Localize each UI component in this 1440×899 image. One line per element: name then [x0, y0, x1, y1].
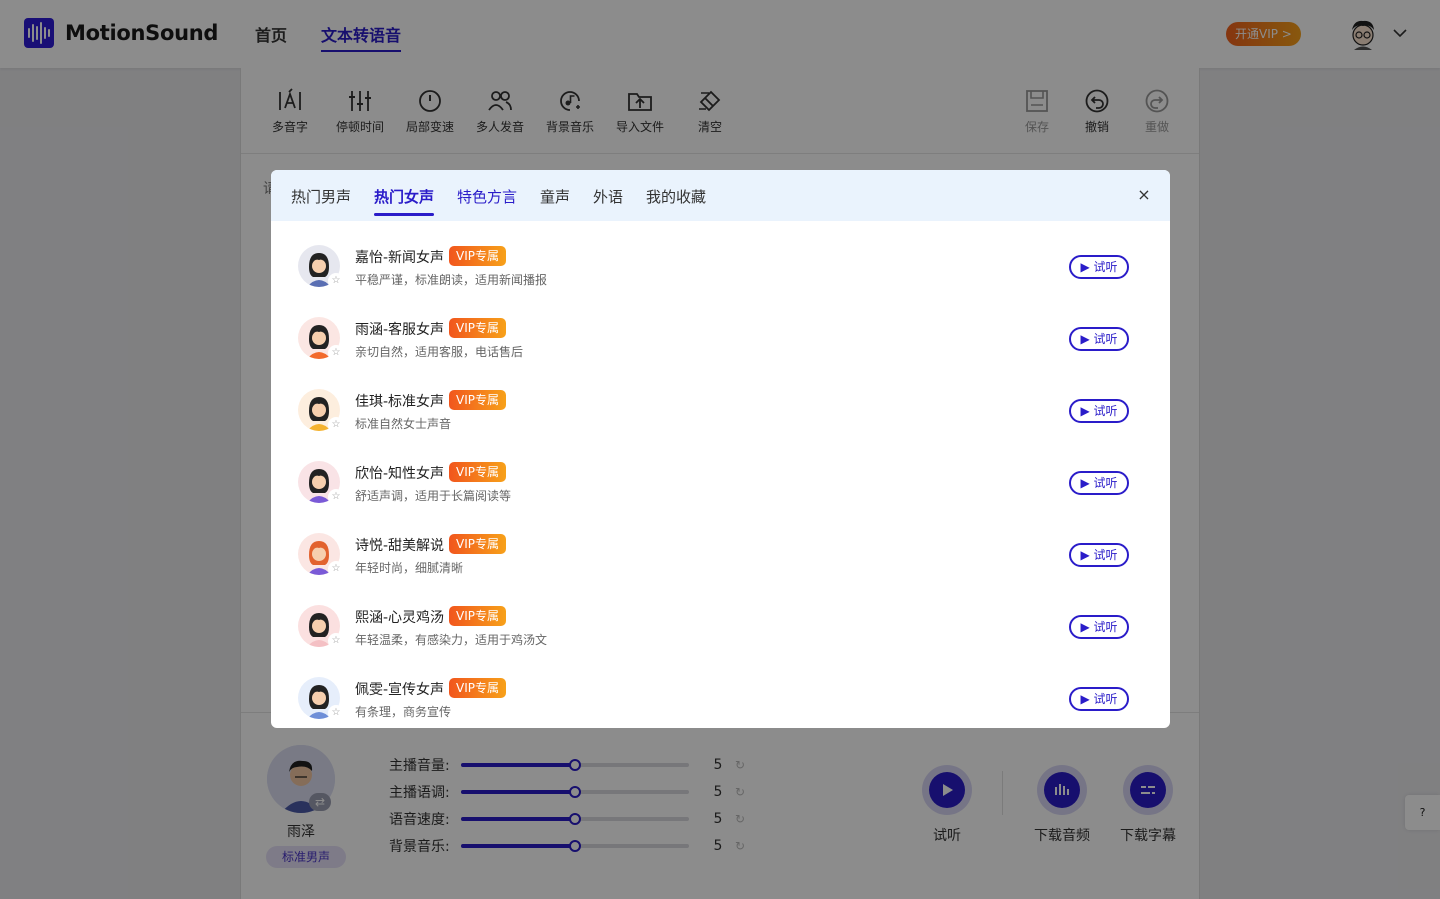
vip-badge: VIP专属 [449, 678, 506, 698]
try-listen-button[interactable]: ▶ 试听 [1069, 471, 1129, 495]
favorite-star-icon[interactable]: ☆ [328, 345, 344, 361]
voice-name: 嘉怡-新闻女声 [355, 250, 445, 266]
voice-name: 诗悦-甜美解说 [355, 538, 445, 554]
voice-list-item[interactable]: ☆ 嘉怡-新闻女声 VIP专属 ▶ 试听平稳严谨，标准朗读，适用新闻播报 [271, 221, 1170, 293]
voice-description: 年轻时尚，细腻清晰 [355, 561, 464, 575]
tab-child[interactable]: 童声 [540, 186, 570, 207]
try-listen-button[interactable]: ▶ 试听 [1069, 255, 1129, 279]
vip-badge: VIP专属 [449, 246, 506, 266]
try-label: 试听 [1093, 332, 1118, 346]
vip-badge: VIP专属 [449, 390, 506, 410]
try-listen-button[interactable]: ▶ 试听 [1069, 327, 1129, 351]
close-icon[interactable]: × [1135, 186, 1153, 204]
try-label: 试听 [1093, 404, 1118, 418]
vip-badge: VIP专属 [449, 606, 506, 626]
try-listen-button[interactable]: ▶ 试听 [1069, 615, 1129, 639]
voice-name: 熙涵-心灵鸡汤 [355, 610, 445, 626]
tab-hot-female[interactable]: 热门女声 [374, 186, 435, 216]
vip-badge: VIP专属 [449, 462, 506, 482]
voice-list-item[interactable]: ☆ 佳琪-标准女声 VIP专属 ▶ 试听标准自然女士声音 [271, 365, 1170, 437]
try-label: 试听 [1093, 476, 1118, 490]
try-listen-button[interactable]: ▶ 试听 [1069, 399, 1129, 423]
favorite-star-icon[interactable]: ☆ [328, 273, 344, 289]
voice-description: 亲切自然，适用客服，电话售后 [355, 345, 524, 359]
favorite-star-icon[interactable]: ☆ [328, 417, 344, 433]
voice-description: 平稳严谨，标准朗读，适用新闻播报 [355, 273, 548, 287]
voice-description: 舒适声调，适用于长篇阅读等 [355, 489, 512, 503]
try-label: 试听 [1093, 260, 1118, 274]
favorite-star-icon[interactable]: ☆ [328, 633, 344, 649]
favorite-star-icon[interactable]: ☆ [328, 489, 344, 505]
voice-list-item[interactable]: ☆ 佩雯-宣传女声 VIP专属 ▶ 试听有条理，商务宣传 [271, 653, 1170, 725]
voice-name: 佩雯-宣传女声 [355, 682, 445, 698]
try-label: 试听 [1093, 548, 1118, 562]
voice-category-tabs: 热门男声 热门女声 特色方言 童声 外语 我的收藏 × [271, 170, 1170, 221]
voice-list-item[interactable]: ☆ 诗悦-甜美解说 VIP专属 ▶ 试听年轻时尚，细腻清晰 [271, 509, 1170, 581]
voice-picker-modal: 热门男声 热门女声 特色方言 童声 外语 我的收藏 × ☆ 嘉怡-新闻女声 VIP专… [271, 170, 1170, 728]
voice-description: 有条理，商务宣传 [355, 705, 452, 719]
try-listen-button[interactable]: ▶ 试听 [1069, 687, 1129, 711]
favorite-star-icon[interactable]: ☆ [328, 705, 344, 721]
tab-foreign[interactable]: 外语 [593, 186, 623, 207]
tab-favorites[interactable]: 我的收藏 [646, 186, 706, 207]
favorite-star-icon[interactable]: ☆ [328, 561, 344, 577]
try-listen-button[interactable]: ▶ 试听 [1069, 543, 1129, 567]
voice-name: 雨涵-客服女声 [355, 322, 445, 338]
voice-list: ☆ 嘉怡-新闻女声 VIP专属 ▶ 试听 平稳严谨，标准朗读，适用新闻播报 ☆ 雨涵-客服女… [271, 221, 1170, 728]
voice-list-item[interactable]: ☆ 熙涵-心灵鸡汤 VIP专属 ▶ 试听年轻温柔，有感染力，适用于鸡汤文 [271, 581, 1170, 653]
try-label: 试听 [1093, 692, 1118, 706]
tab-hot-male[interactable]: 热门男声 [291, 186, 351, 207]
voice-name: 佳琪-标准女声 [355, 394, 445, 410]
voice-description: 标准自然女士声音 [355, 417, 452, 431]
try-label: 试听 [1093, 620, 1118, 634]
voice-description: 年轻温柔，有感染力，适用于鸡汤文 [355, 633, 548, 647]
vip-badge: VIP专属 [449, 534, 506, 554]
voice-list-item[interactable]: ☆ 欣怡-知性女声 VIP专属 ▶ 试听舒适声调，适用于长篇阅读等 [271, 437, 1170, 509]
tab-dialect[interactable]: 特色方言 [457, 186, 517, 207]
vip-badge: VIP专属 [449, 318, 506, 338]
voice-name: 欣怡-知性女声 [355, 466, 445, 482]
voice-list-item[interactable]: ☆ 雨涵-客服女声 VIP专属 ▶ 试听亲切自然，适用客服，电话售后 [271, 293, 1170, 365]
